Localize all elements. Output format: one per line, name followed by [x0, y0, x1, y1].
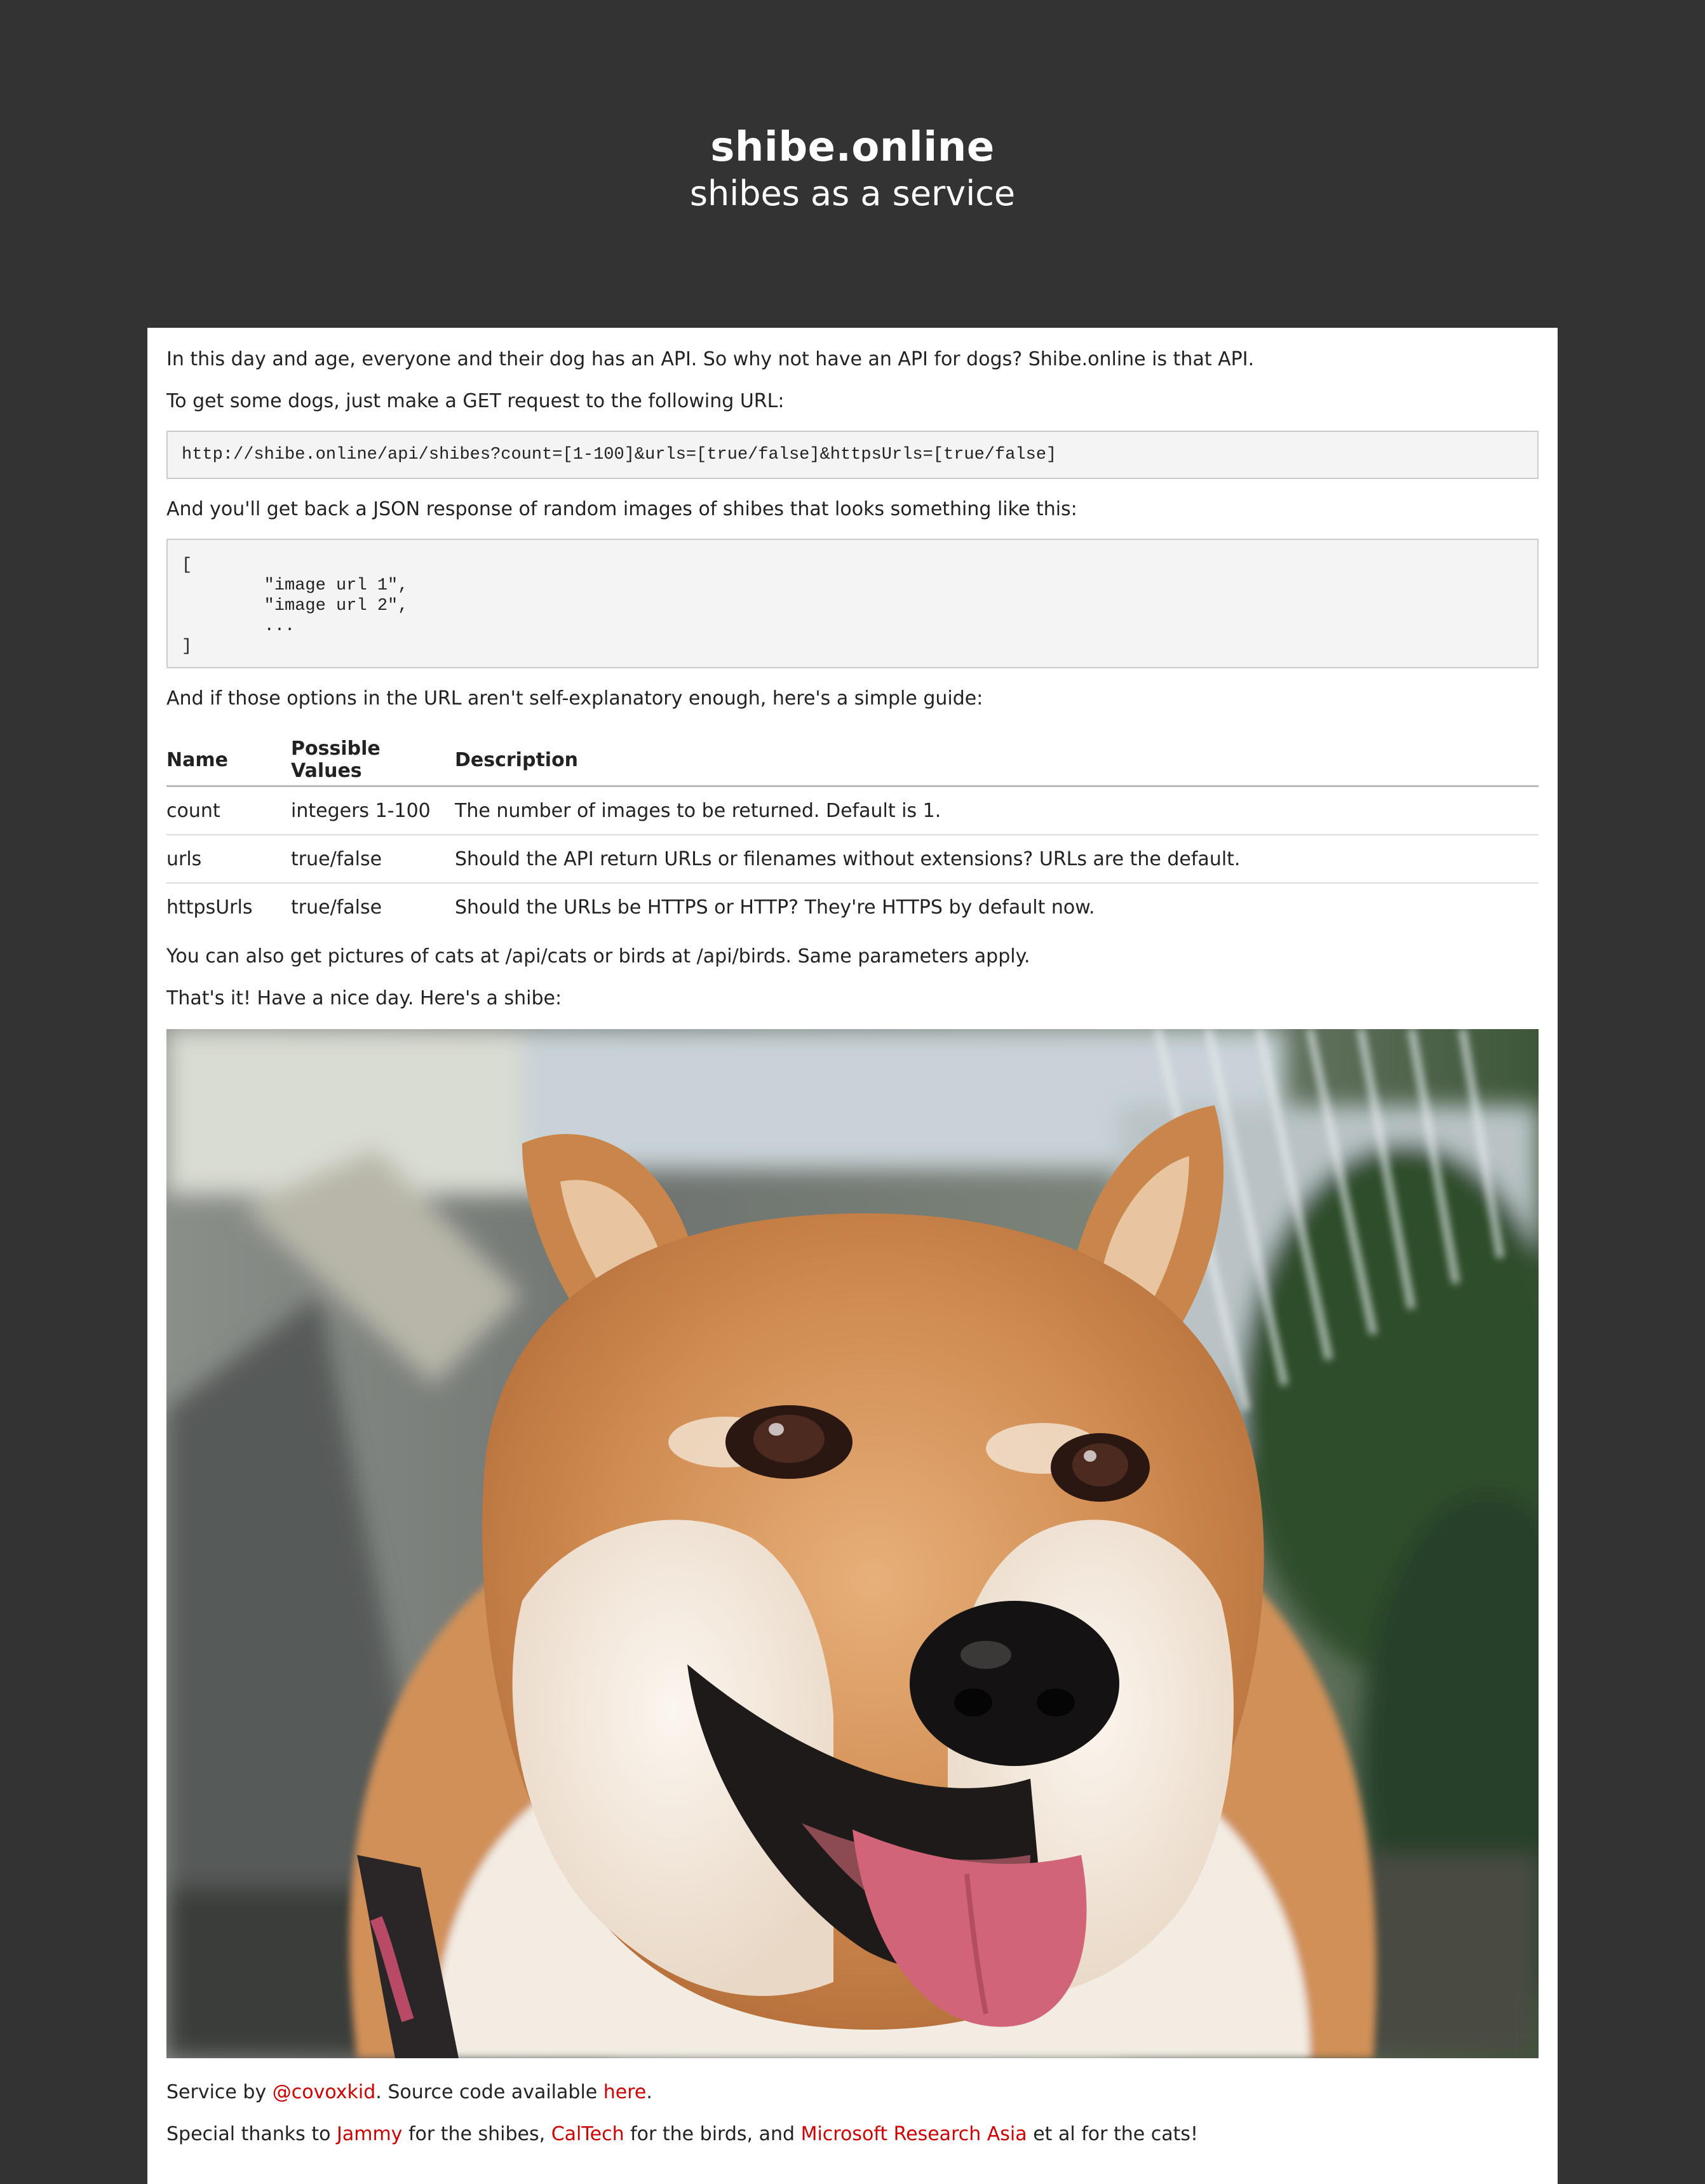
credits-text: Service by	[166, 2081, 273, 2103]
site-title: shibe.online	[710, 124, 995, 171]
parameter-guide-table: Name Possible Values Description count i…	[166, 734, 1539, 931]
json-example-code: [ "image url 1", "image url 2", ... ]	[166, 539, 1539, 668]
intro-paragraph: In this day and age, everyone and their …	[166, 348, 1255, 370]
param-values: true/false	[291, 835, 455, 884]
table-row: count integers 1-100 The number of image…	[166, 786, 1539, 835]
thanks-text: for the birds, and	[624, 2123, 801, 2145]
column-header-description: Description	[455, 734, 1539, 787]
response-paragraph: And you'll get back a JSON response of r…	[166, 498, 1077, 520]
column-header-name: Name	[166, 734, 291, 787]
param-description: Should the API return URLs or filenames …	[455, 835, 1539, 884]
request-url-code: http://shibe.online/api/shibes?count=[1-…	[166, 431, 1539, 479]
source-code-link[interactable]: here	[603, 2081, 647, 2103]
param-values: true/false	[291, 896, 382, 919]
site-subtitle: shibes as a service	[689, 173, 1016, 213]
guide-paragraph: And if those options in the URL aren't s…	[166, 687, 983, 710]
instructions-paragraph: To get some dogs, just make a GET reques…	[166, 390, 785, 412]
thanks-text: Special thanks to	[166, 2123, 337, 2145]
table-row: urls true/false Should the API return UR…	[166, 835, 1539, 884]
shibe-photo	[166, 1029, 1539, 2058]
credits-text: . Source code available	[375, 2081, 603, 2103]
main-content: In this day and age, everyone and their …	[147, 328, 1558, 2184]
thanks-paragraph: Special thanks to Jammy for the shibes, …	[166, 2122, 1198, 2147]
thanks-text: for the shibes,	[402, 2123, 551, 2145]
param-values: integers 1-100	[291, 786, 455, 835]
other-animals-paragraph: You can also get pictures of cats at /ap…	[166, 945, 1030, 967]
param-description: The number of images to be returned. Def…	[455, 786, 1539, 835]
table-header-row: Name Possible Values Description	[166, 734, 1539, 787]
site-header: shibe.online shibes as a service	[0, 0, 1705, 328]
column-header-values: Possible Values	[291, 734, 455, 787]
param-name: httpsUrls	[166, 896, 253, 919]
table-row: httpsUrls true/false Should the URLs be …	[166, 883, 1539, 931]
author-link[interactable]: @covoxkid	[273, 2081, 376, 2103]
credits-paragraph: Service by @covoxkid. Source code availa…	[166, 2080, 652, 2105]
thanks-text: et al for the cats!	[1027, 2123, 1199, 2145]
credits-text: .	[646, 2081, 652, 2103]
param-name: count	[166, 786, 291, 835]
param-description: Should the URLs be HTTPS or HTTP? They'r…	[455, 896, 1095, 919]
caltech-link[interactable]: CalTech	[551, 2123, 624, 2145]
jammy-link[interactable]: Jammy	[337, 2123, 402, 2145]
microsoft-research-asia-link[interactable]: Microsoft Research Asia	[801, 2123, 1027, 2145]
closing-paragraph: That's it! Have a nice day. Here's a shi…	[166, 987, 562, 1009]
param-name: urls	[166, 835, 291, 884]
